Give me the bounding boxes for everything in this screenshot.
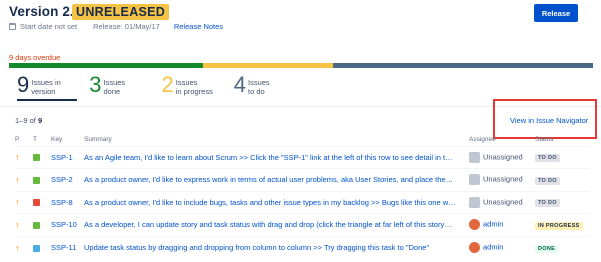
highlight-box (493, 99, 597, 139)
version-header: Version 2.0 UNRELEASED Start date not se… (9, 4, 592, 36)
assignee-text: Unassigned (483, 174, 523, 184)
priority-arrow-icon: ↑ (15, 152, 20, 163)
version-meta: Start date not set Release: 01/May/17 Re… (9, 22, 223, 31)
issue-range: 1–9 of 9 (15, 116, 43, 125)
count-label: Issues in version (31, 78, 61, 96)
priority-arrow-icon: ↑ (15, 242, 20, 253)
count-number: 9 (17, 72, 30, 97)
column-header-assignee[interactable]: Assignee (469, 134, 535, 146)
count-issues-in-version[interactable]: 9 Issues in version (17, 72, 78, 101)
column-header-status[interactable]: Status (535, 134, 590, 146)
start-date-text: Start date not set (20, 22, 78, 31)
count-label: Issues in progress (175, 78, 213, 96)
priority-arrow-icon: ↑ (15, 174, 20, 185)
release-date-text: Release: 01/May/17 (93, 22, 160, 31)
task-type-icon (33, 244, 40, 252)
avatar (469, 151, 480, 163)
count-issues-in-progress[interactable]: 2 Issues in progress (162, 74, 216, 100)
issues-table: P T Key Summary Assignee Status ↑ SSP-1 … (15, 134, 590, 259)
progress-in-progress-segment (203, 63, 334, 68)
count-issues-to-do[interactable]: 4 Issues to do (234, 74, 288, 100)
issue-summary-link[interactable]: As an Agile team, I'd like to learn abou… (84, 153, 464, 162)
issue-key-link[interactable]: SSP-1 (51, 153, 73, 162)
story-type-icon (33, 176, 40, 184)
column-header-type[interactable]: T (33, 134, 51, 146)
status-badge: TO DO (535, 176, 560, 185)
count-number: 3 (89, 72, 102, 97)
version-title: Version 2.0 (9, 4, 82, 19)
table-row[interactable]: ↑ SSP-1 As an Agile team, I'd like to le… (15, 146, 590, 169)
column-header-summary[interactable]: Summary (84, 134, 469, 146)
issue-summary-link[interactable]: As a developer, I can update story and t… (84, 220, 464, 229)
count-label: Issues to do (248, 78, 270, 96)
overdue-text: 9 days overdue (9, 53, 61, 62)
assignee-text: Unassigned (483, 152, 523, 162)
issue-key-link[interactable]: SSP-11 (51, 243, 76, 252)
unreleased-lozenge: UNRELEASED (72, 4, 170, 20)
issue-summary-link[interactable]: As a product owner, I'd like to express … (84, 175, 464, 184)
progress-bar (9, 63, 593, 68)
issue-key-link[interactable]: SSP-8 (51, 198, 73, 207)
table-row[interactable]: ↑ SSP-10 As a developer, I can update st… (15, 213, 590, 237)
issue-key-link[interactable]: SSP-2 (51, 175, 73, 184)
avatar (469, 219, 480, 231)
count-number: 2 (161, 72, 174, 97)
priority-arrow-icon: ↑ (15, 197, 20, 208)
count-number: 4 (233, 72, 246, 97)
release-button[interactable]: Release (534, 4, 578, 22)
issue-counts: 9 Issues in version 3 Issues done 2 Issues… (17, 74, 306, 102)
assignee-text: Unassigned (483, 197, 523, 207)
release-notes-link[interactable]: Release Notes (174, 22, 223, 31)
avatar (469, 174, 480, 186)
table-row[interactable]: ↑ SSP-2 As a product owner, I'd like to … (15, 168, 590, 192)
bug-type-icon (33, 199, 40, 207)
issue-summary-link[interactable]: Update task status by dragging and dropp… (84, 243, 464, 252)
issue-summary-link[interactable]: As a product owner, I'd like to include … (84, 198, 464, 207)
table-row[interactable]: ↑ SSP-11 Update task status by dragging … (15, 236, 590, 259)
avatar (469, 242, 480, 253)
count-issues-done[interactable]: 3 Issues done (89, 74, 143, 100)
status-badge: TO DO (535, 154, 560, 163)
count-label: Issues done (103, 78, 126, 96)
progress-done-segment (9, 63, 204, 68)
status-badge: DONE (535, 244, 559, 253)
story-type-icon (33, 154, 40, 162)
story-type-icon (33, 221, 40, 229)
status-badge: IN PROGRESS (535, 221, 583, 230)
avatar (469, 196, 480, 208)
table-row[interactable]: ↑ SSP-8 As a product owner, I'd like to … (15, 191, 590, 214)
calendar-icon (9, 23, 16, 30)
assignee-text[interactable]: admin (483, 242, 503, 251)
issue-key-link[interactable]: SSP-10 (51, 220, 77, 229)
priority-arrow-icon: ↑ (15, 219, 20, 230)
status-badge: TO DO (535, 199, 560, 208)
column-header-key[interactable]: Key (51, 134, 84, 146)
assignee-text[interactable]: admin (483, 220, 503, 229)
progress-todo-segment (333, 63, 593, 68)
column-header-priority[interactable]: P (15, 134, 33, 146)
